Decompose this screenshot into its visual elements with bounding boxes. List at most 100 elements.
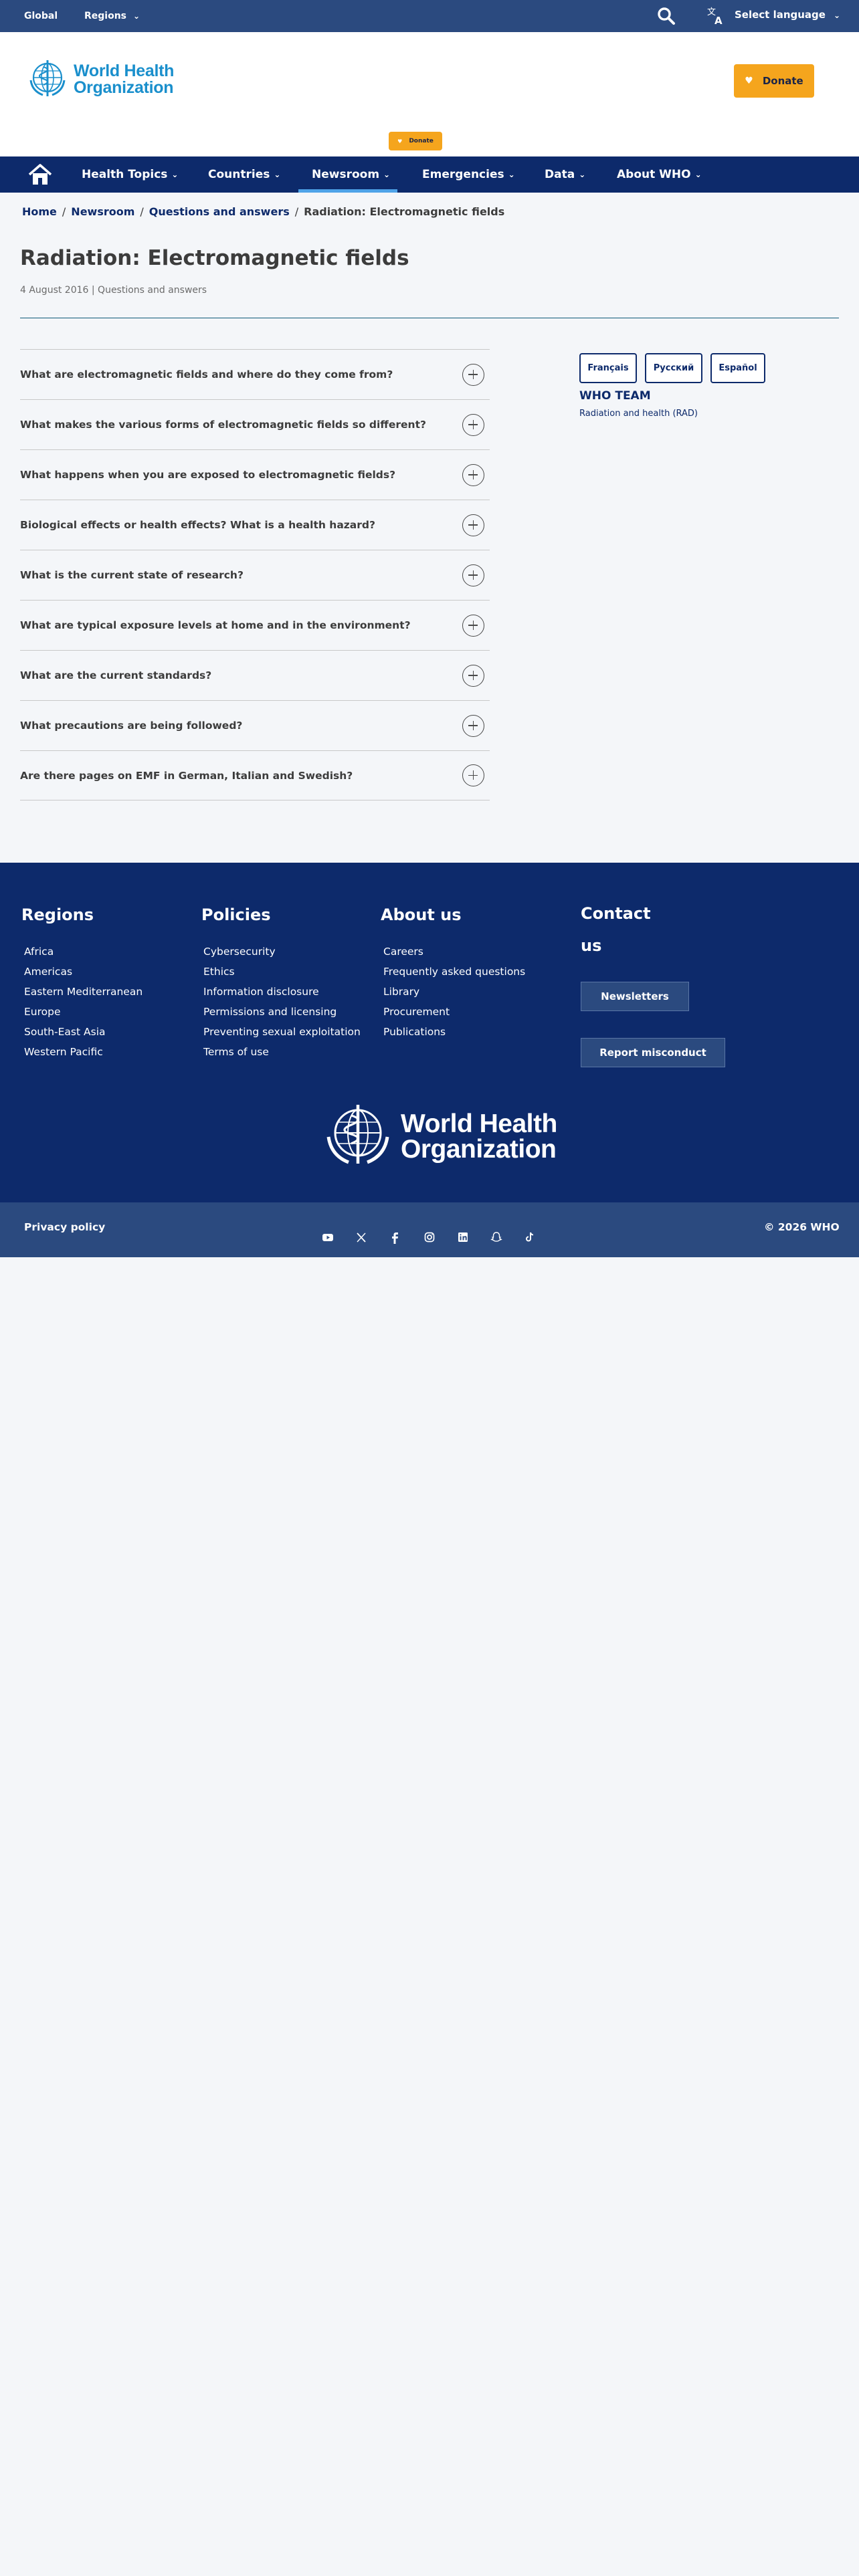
plus-circle-icon[interactable]: [462, 714, 484, 737]
footer-link[interactable]: Terms of use: [203, 1042, 361, 1062]
footer-link[interactable]: Careers: [383, 942, 525, 962]
search-icon[interactable]: [657, 7, 676, 25]
youtube-icon[interactable]: [320, 1229, 336, 1245]
plus-circle-icon[interactable]: [462, 363, 484, 386]
accordion-item[interactable]: What are typical exposure levels at home…: [20, 600, 490, 650]
accordion-item[interactable]: Biological effects or health effects? Wh…: [20, 500, 490, 550]
footer-link[interactable]: Western Pacific: [24, 1042, 142, 1062]
breadcrumb: Home / Newsroom / Questions and answers / Radi…: [22, 205, 504, 218]
privacy-policy-link[interactable]: Privacy policy: [24, 1221, 105, 1233]
nav-item-health-topics[interactable]: Health Topics ⌄: [82, 156, 178, 193]
logo-line-1: World Health: [74, 62, 175, 80]
footer-link[interactable]: Procurement: [383, 1002, 525, 1022]
accordion-item[interactable]: What is the current state of research?: [20, 550, 490, 600]
heart-icon: ♥: [397, 138, 403, 144]
tiktok-icon[interactable]: [522, 1229, 538, 1245]
regions-label: Regions: [84, 11, 127, 21]
nav-item-data[interactable]: Data ⌄: [545, 156, 585, 193]
report-misconduct-button[interactable]: Report misconduct: [581, 1038, 725, 1067]
nav-item-about-who[interactable]: About WHO ⌄: [617, 156, 702, 193]
footer-who-logo[interactable]: World Health Organization: [319, 1102, 557, 1172]
footer-link[interactable]: Permissions and licensing: [203, 1002, 361, 1022]
footer-link[interactable]: Ethics: [203, 962, 361, 982]
nav-label: Emergencies: [422, 168, 504, 181]
who-emblem-icon: [29, 60, 66, 96]
plus-circle-icon[interactable]: [462, 764, 484, 786]
breadcrumb-separator: /: [294, 205, 299, 218]
nav-item-countries[interactable]: Countries ⌄: [208, 156, 280, 193]
copyright-text: © 2026 WHO: [764, 1221, 840, 1233]
plus-circle-icon[interactable]: [462, 564, 484, 586]
translate-icon[interactable]: 文 A: [706, 5, 725, 27]
footer-policies-title: Policies: [201, 905, 271, 924]
footer-regions-title: Regions: [21, 905, 94, 924]
instagram-icon[interactable]: [421, 1229, 438, 1245]
language-button-spanish[interactable]: Español: [710, 353, 765, 383]
snapchat-icon[interactable]: [488, 1229, 504, 1245]
chevron-down-icon: ⌄: [579, 170, 586, 179]
breadcrumb-newsroom[interactable]: Newsroom: [71, 205, 134, 218]
plus-circle-icon[interactable]: [462, 413, 484, 436]
donate-button[interactable]: ♥ Donate: [734, 64, 814, 98]
footer-link[interactable]: Europe: [24, 1002, 142, 1022]
donate-small-label: Donate: [409, 138, 434, 144]
plus-circle-icon[interactable]: [462, 514, 484, 536]
breadcrumb-questions-answers[interactable]: Questions and answers: [149, 205, 290, 218]
chevron-down-icon: ⌄: [274, 170, 281, 179]
language-button-russian[interactable]: Русский: [645, 353, 702, 383]
footer-link[interactable]: Publications: [383, 1022, 525, 1042]
footer-policies-list: Cybersecurity Ethics Information disclos…: [203, 942, 361, 1062]
nav-item-newsroom[interactable]: Newsroom ⌄: [312, 156, 390, 193]
footer-link[interactable]: South-East Asia: [24, 1022, 142, 1042]
accordion-question: What are typical exposure levels at home…: [20, 619, 411, 631]
accordion-question: Are there pages on EMF in German, Italia…: [20, 769, 353, 782]
who-team-heading: WHO TEAM: [579, 389, 651, 403]
who-logo[interactable]: World Health Organization: [25, 56, 174, 103]
accordion-item[interactable]: What are the current standards?: [20, 650, 490, 700]
footer-link[interactable]: Africa: [24, 942, 142, 962]
plus-circle-icon[interactable]: [462, 463, 484, 486]
footer-link[interactable]: Library: [383, 982, 525, 1002]
home-icon[interactable]: [28, 163, 52, 186]
page-title: Radiation: Electromagnetic fields: [20, 246, 409, 270]
plus-circle-icon[interactable]: [462, 664, 484, 687]
linkedin-icon[interactable]: [455, 1229, 471, 1245]
regions-dropdown[interactable]: Regions ⌄: [84, 11, 140, 21]
footer-regions-list: Africa Americas Eastern Mediterranean Eu…: [24, 942, 142, 1062]
nav-label: Data: [545, 168, 575, 181]
accordion-item[interactable]: What makes the various forms of electrom…: [20, 399, 490, 449]
nav-active-indicator: [298, 189, 397, 193]
accordion-item[interactable]: What happens when you are exposed to ele…: [20, 449, 490, 500]
facebook-icon[interactable]: [387, 1229, 403, 1245]
chevron-down-icon: ⌄: [171, 170, 179, 179]
footer-about-list: Careers Frequently asked questions Libra…: [383, 942, 525, 1042]
global-link[interactable]: Global: [24, 11, 58, 21]
footer-wordmark: World Health Organization: [401, 1111, 557, 1162]
who-wordmark: World Health Organization: [74, 63, 174, 96]
x-icon[interactable]: [353, 1229, 369, 1245]
language-button-french[interactable]: Français: [579, 353, 637, 383]
language-selector[interactable]: Select language ⌄: [735, 9, 840, 21]
accordion-item[interactable]: Are there pages on EMF in German, Italia…: [20, 750, 490, 800]
nav-item-emergencies[interactable]: Emergencies ⌄: [422, 156, 515, 193]
breadcrumb-current: Radiation: Electromagnetic fields: [304, 205, 505, 218]
breadcrumb-home[interactable]: Home: [22, 205, 57, 218]
breadcrumb-separator: /: [62, 205, 66, 218]
chevron-down-icon: ⌄: [508, 170, 515, 179]
who-team-link[interactable]: Radiation and health (RAD): [579, 409, 698, 419]
footer-link[interactable]: Information disclosure: [203, 982, 361, 1002]
footer-link[interactable]: Eastern Mediterranean: [24, 982, 142, 1002]
nav-label: Health Topics: [82, 168, 168, 181]
donate-label: Donate: [762, 75, 803, 87]
footer-link[interactable]: Frequently asked questions: [383, 962, 525, 982]
site-footer: Regions Africa Americas Eastern Mediterr…: [0, 863, 859, 1202]
footer-link[interactable]: Americas: [24, 962, 142, 982]
plus-circle-icon[interactable]: [462, 614, 484, 637]
accordion-item[interactable]: What precautions are being followed?: [20, 700, 490, 750]
footer-link[interactable]: Cybersecurity: [203, 942, 361, 962]
donate-small-button[interactable]: ♥ Donate: [389, 132, 442, 150]
chevron-down-icon: ⌄: [383, 170, 391, 179]
accordion-item[interactable]: What are electromagnetic fields and wher…: [20, 349, 490, 399]
newsletters-button[interactable]: Newsletters: [581, 982, 689, 1011]
footer-link[interactable]: Preventing sexual exploitation: [203, 1022, 361, 1042]
